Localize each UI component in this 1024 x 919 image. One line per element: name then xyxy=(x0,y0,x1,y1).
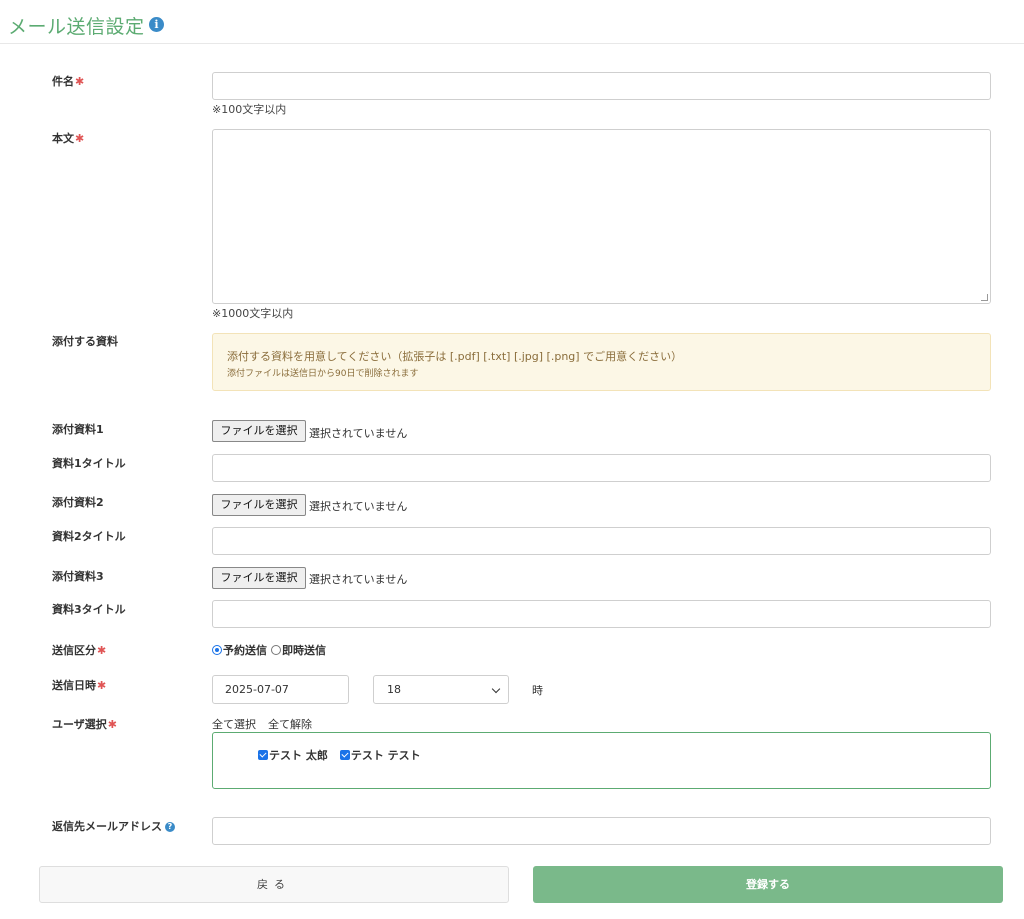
send-hour-select[interactable]: 18 xyxy=(373,675,509,704)
reply-to-label: 返信先メールアドレス? xyxy=(52,818,175,834)
body-note: ※1000文字以内 xyxy=(212,307,294,320)
file-3-label: 添付資料3 xyxy=(52,570,104,583)
back-button[interactable]: 戻る xyxy=(39,866,509,903)
send-type-radio-immediate[interactable] xyxy=(271,645,281,655)
page-header: メール送信設定 i xyxy=(0,0,1024,44)
subject-label: 件名✱ xyxy=(52,75,85,88)
required-mark: ✱ xyxy=(75,132,85,145)
file-1-select-button[interactable]: ファイルを選択 xyxy=(212,420,306,442)
file-3-status: 選択されていません xyxy=(309,573,408,586)
file-2-title-label: 資料2タイトル xyxy=(52,530,126,543)
submit-button[interactable]: 登録する xyxy=(533,866,1003,903)
file-1-status: 選択されていません xyxy=(309,427,408,440)
send-type-option-label[interactable]: 予約送信 xyxy=(223,642,267,658)
required-mark: ✱ xyxy=(75,75,85,88)
user-checkbox[interactable] xyxy=(258,750,268,760)
attachments-alert: 添付する資料を用意してください（拡張子は [.pdf] [.txt] [.jpg… xyxy=(212,333,991,391)
attachments-alert-sub-message: 添付ファイルは送信日から90日で削除されます xyxy=(227,369,419,379)
file-2-status: 選択されていません xyxy=(309,500,408,513)
deselect-all-link[interactable]: 全て解除 xyxy=(268,718,312,731)
required-mark: ✱ xyxy=(107,718,117,731)
send-type-option-label[interactable]: 即時送信 xyxy=(282,642,326,658)
attachments-label: 添付する資料 xyxy=(52,335,118,348)
reply-to-input[interactable] xyxy=(212,817,991,845)
file-3-title-label: 資料3タイトル xyxy=(52,603,126,616)
send-date-input[interactable]: 2025-07-07 xyxy=(212,675,349,704)
body-label: 本文✱ xyxy=(52,132,85,145)
attachments-alert-message: 添付する資料を用意してください（拡張子は [.pdf] [.txt] [.jpg… xyxy=(227,350,683,363)
send-type-radio-group: 予約送信 即時送信 xyxy=(212,642,330,658)
subject-input[interactable] xyxy=(212,72,991,100)
file-2-label: 添付資料2 xyxy=(52,496,104,509)
send-datetime-label: 送信日時✱ xyxy=(52,679,107,692)
file-1-label: 添付資料1 xyxy=(52,423,104,436)
hour-suffix-label: 時 xyxy=(532,684,543,697)
user-list-box: テスト 太郎 テスト テスト xyxy=(212,732,991,789)
required-mark: ✱ xyxy=(97,679,107,692)
file-1-title-label: 資料1タイトル xyxy=(52,457,126,470)
page-title: メール送信設定 xyxy=(8,16,145,38)
user-name[interactable]: テスト 太郎 xyxy=(269,747,328,763)
required-mark: ✱ xyxy=(97,644,107,657)
info-icon[interactable]: i xyxy=(149,17,164,32)
user-select-label: ユーザ選択✱ xyxy=(52,718,117,731)
send-hour-value: 18 xyxy=(387,683,401,696)
select-all-link[interactable]: 全て選択 xyxy=(212,718,256,731)
resize-grip-icon[interactable] xyxy=(981,294,988,301)
user-list: テスト 太郎 テスト テスト xyxy=(258,747,433,763)
chevron-down-icon xyxy=(491,684,501,694)
user-select-links: 全て選択 全て解除 xyxy=(212,716,324,732)
user-name[interactable]: テスト テスト xyxy=(351,747,421,763)
file-3-select-button[interactable]: ファイルを選択 xyxy=(212,567,306,589)
send-type-label: 送信区分✱ xyxy=(52,644,107,657)
file-3-title-input[interactable] xyxy=(212,600,991,628)
file-2-title-input[interactable] xyxy=(212,527,991,555)
file-1-title-input[interactable] xyxy=(212,454,991,482)
help-icon[interactable]: ? xyxy=(165,822,175,832)
send-type-radio-scheduled[interactable] xyxy=(212,645,222,655)
user-checkbox[interactable] xyxy=(339,750,350,760)
file-2-select-button[interactable]: ファイルを選択 xyxy=(212,494,306,516)
body-textarea[interactable] xyxy=(212,129,991,304)
subject-note: ※100文字以内 xyxy=(212,103,287,116)
